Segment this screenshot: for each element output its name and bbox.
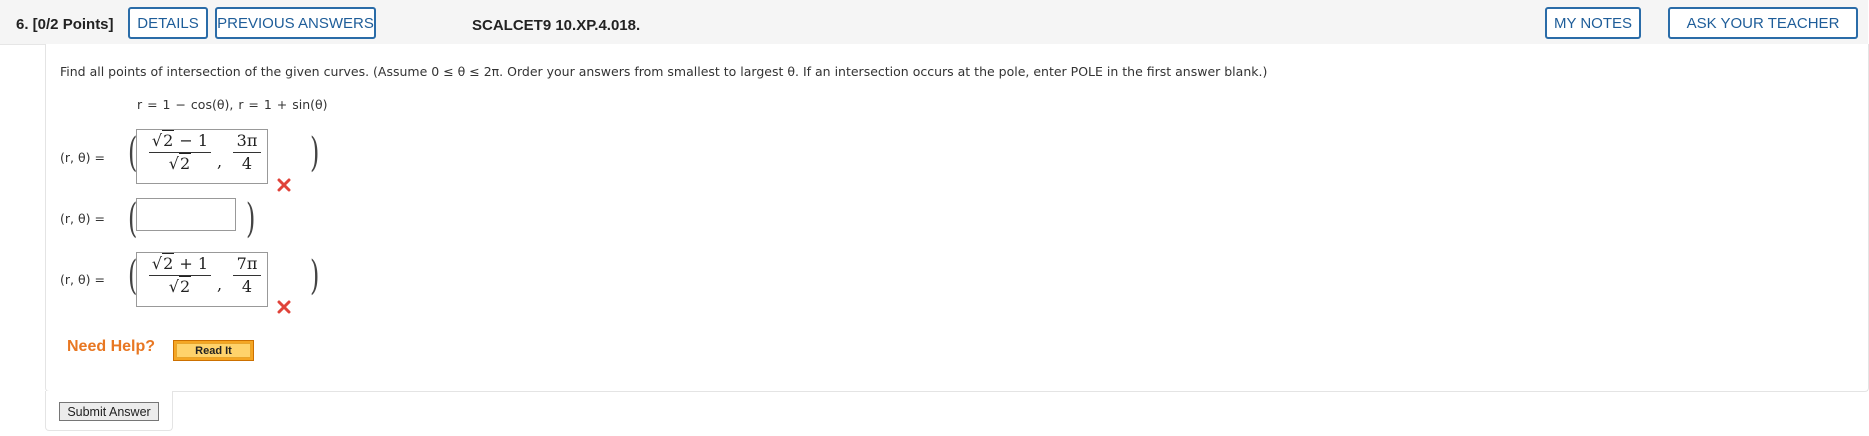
read-it-label: Read It	[176, 343, 251, 358]
r-fraction: √2 − 1 √2	[149, 130, 211, 173]
previous-answers-button[interactable]: PREVIOUS ANSWERS	[215, 7, 376, 39]
theta-fraction: 3π 4	[233, 132, 261, 173]
sqrt-icon: √	[168, 154, 179, 173]
answer-label: (r, θ) =	[60, 150, 105, 165]
question-number: 6. [0/2 Points]	[16, 16, 114, 33]
sqrt-icon: √	[151, 131, 163, 150]
sqrt-icon: √	[168, 277, 179, 296]
answer-label: (r, θ) =	[60, 211, 105, 226]
answer-input-1[interactable]: √2 − 1 √2 , 3π 4	[136, 129, 268, 184]
right-paren: )	[310, 130, 320, 176]
r-fraction: √2 + 1 √2	[149, 253, 211, 296]
theta-fraction: 7π 4	[233, 255, 261, 296]
x-mark-icon	[277, 300, 291, 314]
ask-your-teacher-button[interactable]: ASK YOUR TEACHER	[1668, 7, 1858, 39]
question-id: SCALCET9 10.XP.4.018.	[472, 17, 641, 34]
question-prompt: Find all points of intersection of the g…	[60, 64, 1268, 79]
curve-equations: r = 1 − cos(θ), r = 1 + sin(θ)	[137, 97, 328, 112]
read-it-button[interactable]: Read It	[173, 340, 254, 361]
need-help-label: Need Help?	[67, 338, 156, 355]
x-mark-icon	[277, 178, 291, 192]
answer-input-2[interactable]	[136, 198, 236, 231]
sqrt-icon: √	[151, 254, 163, 273]
submit-answer-button[interactable]: Submit Answer	[59, 402, 159, 421]
right-paren: )	[310, 253, 320, 299]
my-notes-button[interactable]: MY NOTES	[1545, 7, 1641, 39]
details-button[interactable]: DETAILS	[128, 7, 208, 39]
question-header: 6. [0/2 Points] DETAILS PREVIOUS ANSWERS…	[0, 0, 1868, 45]
right-paren: )	[246, 196, 256, 242]
answer-input-3[interactable]: √2 + 1 √2 , 7π 4	[136, 252, 268, 307]
answer-label: (r, θ) =	[60, 272, 105, 287]
